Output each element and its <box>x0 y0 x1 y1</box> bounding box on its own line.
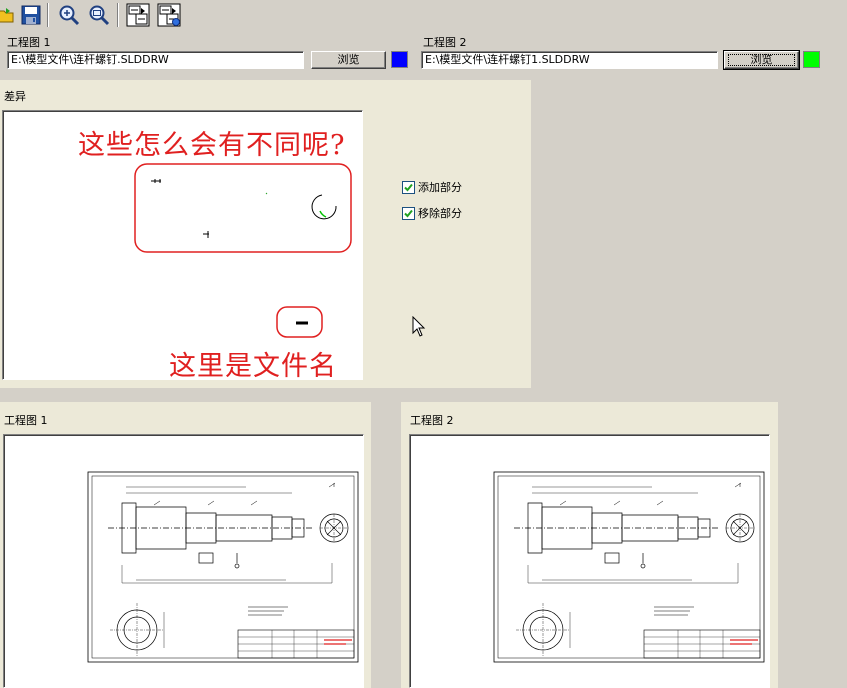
diff-mark <box>203 231 209 238</box>
drawing1-label: 工程图 1 <box>7 36 51 49</box>
removed-parts-label: 移除部分 <box>418 207 462 220</box>
difference-view[interactable]: 这些怎么会有不同呢? 这里是文件名 <box>2 110 363 380</box>
toolbar-separator <box>47 3 49 27</box>
checkbox-box[interactable] <box>402 180 415 194</box>
checkbox-box[interactable] <box>402 206 415 220</box>
save-icon[interactable] <box>17 1 45 29</box>
difference-title: 差异 <box>4 90 26 103</box>
drawing2-browse-button[interactable]: 浏览 <box>723 50 800 70</box>
compare-sheets-icon[interactable] <box>124 1 152 29</box>
toolbar-separator <box>117 3 119 27</box>
diff-mark <box>319 210 327 218</box>
difference-panel: 差异 这些怎么会有不同呢? 这里是文件名 添加部分 移除部分 <box>0 80 531 388</box>
drawing2-color-swatch[interactable] <box>803 51 820 68</box>
drawing1-browse-button[interactable]: 浏览 <box>311 51 386 69</box>
preview2-view[interactable] <box>409 434 770 688</box>
preview2-title: 工程图 2 <box>410 414 454 427</box>
added-parts-checkbox[interactable]: 添加部分 <box>402 179 462 195</box>
checkmark-icon <box>404 183 413 191</box>
drawing1-color-swatch[interactable] <box>391 51 408 68</box>
drawing-sheet <box>493 471 765 663</box>
preview1-panel: 工程图 1 <box>0 402 371 688</box>
annotation-question: 这些怎么会有不同呢? <box>78 130 346 161</box>
toolbar <box>0 0 847 31</box>
drawing1-path-field[interactable]: E:\模型文件\连杆螺钉.SLDDRW <box>7 51 304 69</box>
checkmark-icon <box>404 209 413 217</box>
drawing2-label: 工程图 2 <box>423 36 467 49</box>
mouse-cursor-icon <box>412 316 426 337</box>
compare-files-icon[interactable] <box>155 1 183 29</box>
removed-parts-checkbox[interactable]: 移除部分 <box>402 205 462 221</box>
diff-mark <box>265 192 268 195</box>
annotation-filename: 这里是文件名 <box>169 351 337 380</box>
zoom-in-icon[interactable] <box>55 1 83 29</box>
drawing2-path-field[interactable]: E:\模型文件\连杆螺钉1.SLDDRW <box>421 51 718 69</box>
added-parts-label: 添加部分 <box>418 181 462 194</box>
preview1-view[interactable] <box>3 434 364 688</box>
preview2-panel: 工程图 2 <box>401 402 778 688</box>
highlight-box <box>134 163 352 253</box>
zoom-fit-icon[interactable] <box>85 1 113 29</box>
diff-mark <box>151 179 161 183</box>
drawing-sheet <box>87 471 359 663</box>
preview1-title: 工程图 1 <box>4 414 48 427</box>
